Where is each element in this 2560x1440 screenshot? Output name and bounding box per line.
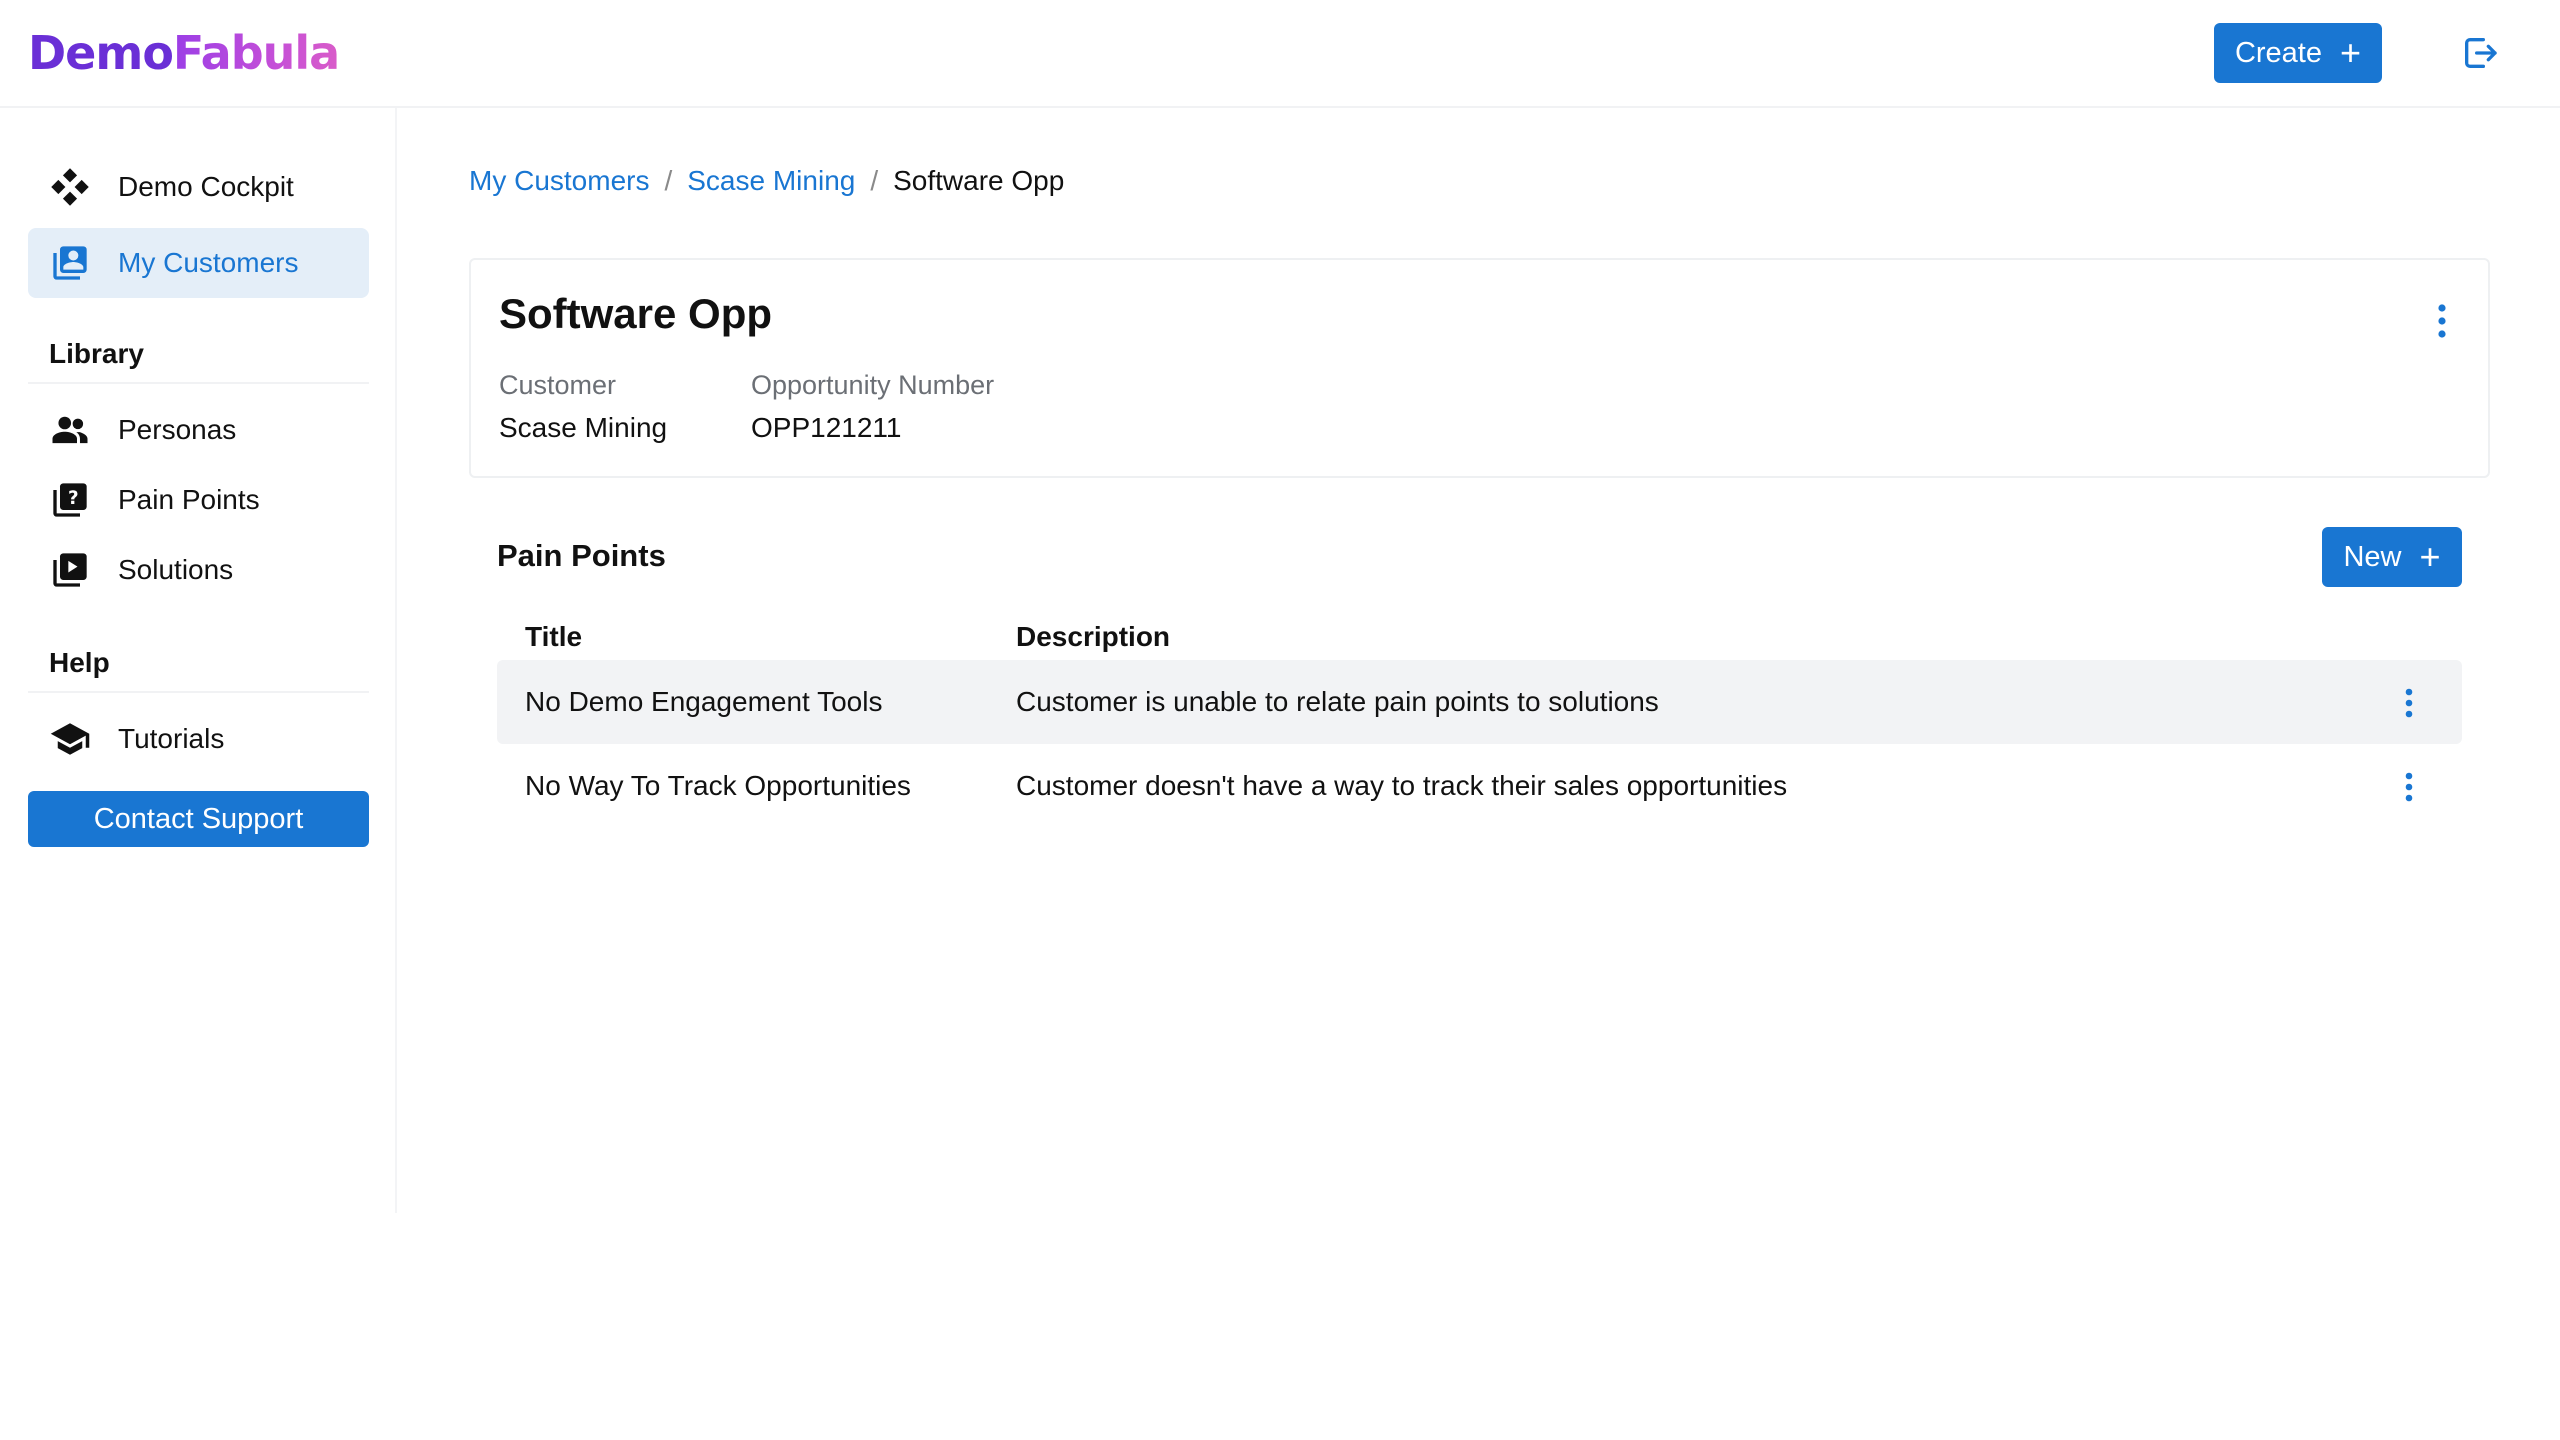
sidebar-item-personas[interactable]: Personas (28, 395, 369, 465)
logo-text-demo: Demo (28, 26, 174, 80)
breadcrumb-link-scase-mining[interactable]: Scase Mining (687, 165, 855, 197)
top-bar: DemoFabula Create + (0, 0, 2560, 108)
help-heading: Help (49, 647, 110, 678)
new-button-label: New (2343, 540, 2402, 573)
row-description: Customer doesn't have a way to track the… (1016, 770, 1788, 801)
customer-label: Customer (499, 370, 617, 400)
plus-icon: + (2340, 32, 2362, 73)
row-title: No Demo Engagement Tools (525, 686, 883, 717)
create-button-label: Create (2234, 36, 2322, 69)
create-button[interactable]: Create + (2214, 23, 2382, 83)
breadcrumb-separator: / (870, 165, 879, 196)
plus-icon: + (2419, 536, 2441, 577)
more-vert-icon (2405, 688, 2413, 718)
logo-text-fabula: Fabula (172, 26, 340, 80)
logout-button[interactable] (2450, 23, 2510, 83)
more-vert-icon (2438, 304, 2446, 338)
logout-icon (2465, 38, 2497, 69)
library-divider (28, 382, 369, 384)
page-title: Software Opp (499, 290, 773, 337)
gamepad-icon (48, 165, 92, 209)
breadcrumb-separator: / (664, 165, 673, 196)
row-menu-button[interactable] (2403, 688, 2415, 723)
breadcrumb: My Customers / Scase Mining / Software O… (469, 165, 1064, 197)
sidebar-item-label: Demo Cockpit (118, 171, 294, 202)
sidebar-item-label: Pain Points (118, 484, 260, 515)
opportunity-menu-button[interactable] (2436, 304, 2448, 343)
sidebar-item-pain-points[interactable]: ? Pain Points (28, 465, 369, 535)
contacts-icon (48, 241, 92, 285)
opportunity-number-value: OPP121211 (751, 412, 902, 443)
column-header-title: Title (525, 621, 583, 652)
app-root: DemoFabula Create + Demo Cockpit My Cust… (0, 0, 2560, 1440)
sidebar-item-label: Solutions (118, 554, 234, 585)
contact-support-button[interactable]: Contact Support (28, 791, 369, 847)
breadcrumb-link-my-customers[interactable]: My Customers (469, 165, 649, 197)
opportunity-card: Software Opp Customer Scase Mining Oppor… (469, 258, 2490, 478)
sidebar-item-tutorials[interactable]: Tutorials (28, 704, 369, 774)
sidebar-item-label: Personas (118, 414, 237, 445)
more-vert-icon (2405, 772, 2413, 802)
header-actions: Create + (2214, 23, 2560, 83)
sidebar-item-label: My Customers (118, 247, 299, 278)
sidebar-item-label: Tutorials (118, 723, 225, 754)
sidebar-item-my-customers[interactable]: My Customers (28, 228, 369, 298)
table-row[interactable]: No Demo Engagement Tools Customer is una… (497, 660, 2462, 744)
app-logo[interactable]: DemoFabula (28, 30, 340, 76)
opportunity-number-label: Opportunity Number (751, 370, 995, 400)
sidebar-item-demo-cockpit[interactable]: Demo Cockpit (28, 152, 369, 222)
new-pain-point-button[interactable]: New + (2322, 527, 2462, 587)
customer-value: Scase Mining (499, 412, 668, 443)
svg-text:?: ? (68, 488, 79, 509)
graduation-cap-icon (48, 717, 92, 761)
pain-points-heading: Pain Points (497, 538, 666, 573)
help-divider (28, 691, 369, 693)
table-row[interactable]: No Way To Track Opportunities Customer d… (497, 744, 2462, 828)
sidebar: Demo Cockpit My Customers Library Person… (0, 108, 397, 1213)
sidebar-item-solutions[interactable]: Solutions (28, 535, 369, 605)
row-description: Customer is unable to relate pain points… (1016, 686, 1659, 717)
breadcrumb-current: Software Opp (893, 165, 1065, 196)
video-library-icon (48, 548, 92, 592)
row-title: No Way To Track Opportunities (525, 770, 911, 801)
question-library-icon: ? (48, 478, 92, 522)
row-menu-button[interactable] (2403, 772, 2415, 807)
people-icon (48, 408, 92, 452)
library-heading: Library (49, 338, 144, 369)
column-header-description: Description (1016, 621, 1171, 652)
